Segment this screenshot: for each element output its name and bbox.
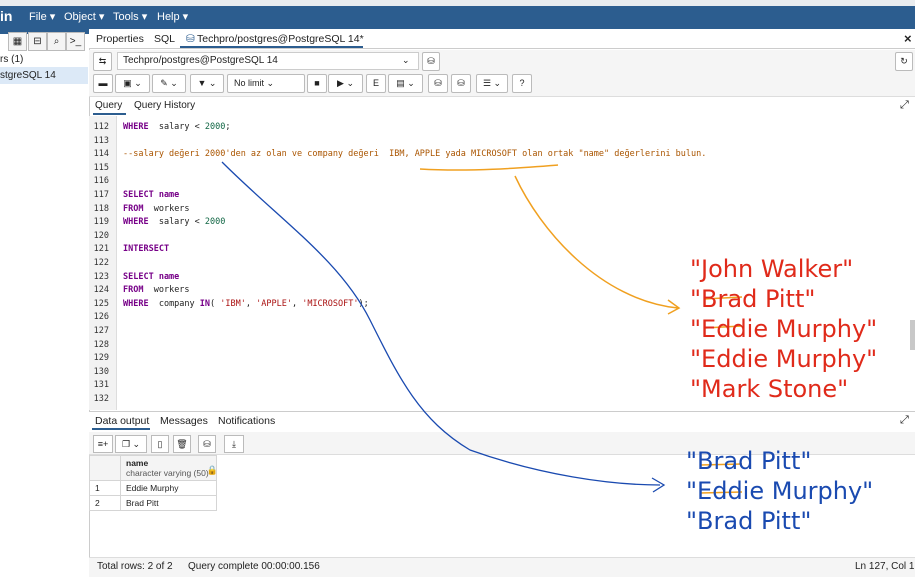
red-annotation-5: "Mark Stone"	[690, 375, 849, 403]
red-annotation-4: "Eddie Murphy"	[690, 345, 878, 373]
red-annotation-3: "Eddie Murphy"	[690, 315, 878, 343]
red-annotation-2: "Brad Pitt"	[690, 285, 816, 313]
blue-annotation-2: "Eddie Murphy"	[686, 477, 874, 505]
red-annotation-1: "John Walker"	[690, 255, 854, 283]
orange-underline	[419, 164, 559, 171]
blue-annotation-3: "Brad Pitt"	[686, 507, 812, 535]
blue-arrow	[221, 161, 661, 486]
orange-arrow	[514, 175, 679, 309]
blue-annotation-1: "Brad Pitt"	[686, 447, 812, 475]
